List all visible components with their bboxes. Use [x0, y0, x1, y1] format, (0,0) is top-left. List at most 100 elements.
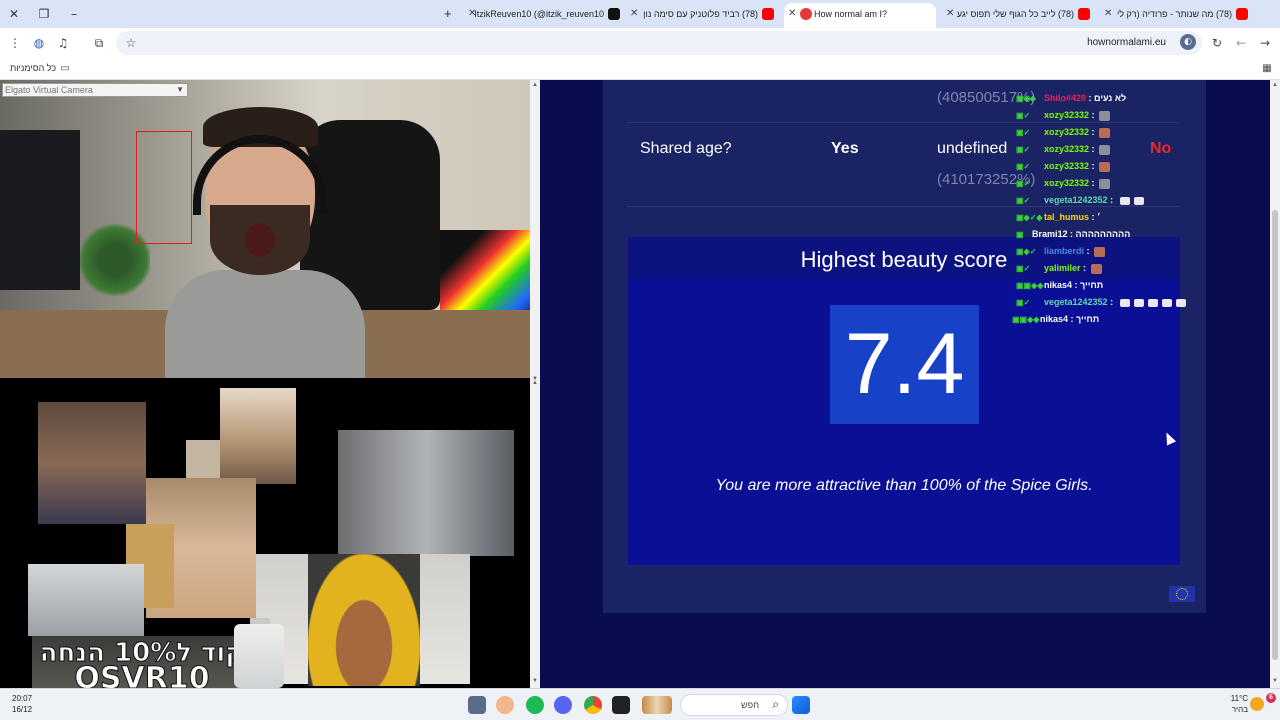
chat-user: xozy32332	[1044, 144, 1090, 154]
clock[interactable]: 20:07 16/12	[12, 693, 32, 715]
close-tab-icon[interactable]: ✕	[468, 3, 476, 25]
chat-user: xozy32332	[1044, 161, 1090, 171]
scroll-down-icon[interactable]: ▼	[1271, 678, 1279, 684]
monitor	[0, 130, 80, 290]
chat-message: ▣✓ xozy32332 :	[1016, 178, 1111, 192]
tab-strip: ✕ ❐ – + ✕ ItzikReuven10 (@itzik_reuven10…	[0, 0, 1280, 28]
tab-how-normal[interactable]: ✕ How normal am I?	[784, 3, 936, 28]
emote-icon	[1161, 298, 1172, 307]
chat-user: vegeta1242352	[1044, 195, 1108, 205]
close-tab-icon[interactable]: ✕	[1104, 3, 1112, 25]
undefined-label: undefined	[937, 140, 1008, 157]
all-bookmarks-label[interactable]: כל הסימניות	[10, 63, 56, 73]
chat-user: xozy32332	[1044, 178, 1090, 188]
chat-message: ▣✓ xozy32332 :	[1016, 127, 1111, 141]
site-info-icon[interactable]: ◐	[1180, 34, 1196, 50]
page-scrollbar[interactable]: ▲ ▼	[1270, 80, 1280, 688]
beauty-score: 7.4	[844, 316, 965, 412]
paint-icon[interactable]	[496, 696, 514, 714]
scroll-up-icon[interactable]: ▲	[531, 82, 539, 88]
chat-message: ▣✓ xozy32332 :	[1016, 144, 1111, 158]
calculator-icon[interactable]	[468, 696, 486, 714]
browser-toolbar: ⋮ ◍ ♫ ⧉ ☆ hownormalami.eu ◐ ↻ ← →	[0, 28, 1280, 58]
clock-date: 16/12	[12, 705, 33, 714]
chat-message: ▣✓ xozy32332 :	[1016, 161, 1111, 175]
puzzle-icon[interactable]: ⧉	[90, 34, 108, 52]
badge-icons: ▣✓	[1016, 145, 1031, 154]
tiktok-icon	[608, 8, 620, 20]
stream-panel: Elgato Virtual Camera ▼ קוד ל10% הנחה OS…	[0, 80, 530, 688]
url-text[interactable]: hownormalami.eu	[1087, 37, 1166, 48]
windows-start-icon[interactable]	[792, 696, 810, 714]
photos-icon[interactable]	[642, 696, 672, 714]
promo-code: OSVR10	[74, 661, 210, 688]
chat-user: nikas4	[1044, 280, 1073, 290]
minimize-window-icon[interactable]: –	[64, 4, 84, 24]
spotify-icon[interactable]	[526, 696, 544, 714]
close-tab-icon[interactable]: ✕	[630, 3, 638, 25]
restore-window-icon[interactable]: ❐	[34, 4, 54, 24]
badge-icons: ▣◆✓	[1016, 247, 1037, 256]
scroll-thumb[interactable]	[1272, 210, 1278, 660]
close-tab-icon[interactable]: ✕	[946, 3, 954, 25]
weather-widget[interactable]: 11°C בהיר	[1226, 693, 1248, 715]
menu-icon[interactable]: ⋮	[6, 34, 24, 52]
forward-icon[interactable]: ←	[1232, 34, 1250, 52]
discord-icon[interactable]	[554, 696, 572, 714]
new-tab-icon[interactable]: +	[444, 3, 458, 25]
badge-icons: ▣✓	[1016, 196, 1031, 205]
taskbar-search[interactable]: חפש ⌕	[680, 694, 788, 716]
chrome-icon[interactable]	[584, 696, 602, 714]
chat-separator: :	[1067, 229, 1076, 239]
tab-live[interactable]: ✕ (78) לייב כל הגוף שלי תפוס יגע	[942, 3, 1094, 25]
emote-icon	[1175, 298, 1186, 307]
terminal-icon[interactable]	[612, 696, 630, 714]
divider-scrollbar[interactable]: ▲ ▼ ▲ ▼	[530, 80, 540, 688]
reload-icon[interactable]: ↻	[1208, 34, 1226, 52]
apps-grid-icon[interactable]: ▦	[1258, 60, 1276, 78]
tab-parody[interactable]: ✕ (78) מה שנותר - פרודיה (רק לי	[1100, 3, 1252, 25]
tab-raviv[interactable]: ✕ (78) רביד פלוטניק עם סימה נון	[626, 3, 778, 25]
photo-woman-sunset	[220, 388, 296, 484]
promo-banner: קוד ל10% הנחה OSVR10	[32, 636, 252, 688]
face-detection-box	[136, 131, 192, 244]
back-icon[interactable]: →	[1256, 34, 1274, 52]
tab-title: ItzikReuven10 (@itzik_reuven10	[474, 9, 604, 19]
chat-user: xozy32332	[1044, 127, 1090, 137]
address-bar[interactable]: ☆ hownormalami.eu ◐	[116, 31, 1202, 55]
notification-badge[interactable]: 6	[1266, 693, 1276, 703]
mouth	[245, 223, 275, 257]
youtube-icon	[1078, 8, 1090, 20]
emote-icon	[1119, 196, 1130, 205]
media-icon[interactable]: ♫	[54, 34, 72, 52]
close-window-icon[interactable]: ✕	[4, 4, 24, 24]
record-icon	[800, 8, 812, 20]
bookmark-star-icon[interactable]: ☆	[122, 34, 140, 52]
score-highlight: 7.4	[830, 305, 979, 424]
weather-condition: בהיר	[1231, 705, 1248, 714]
tab-itzik[interactable]: ✕ ItzikReuven10 (@itzik_reuven10	[464, 3, 624, 25]
chat-user: Shilo#420	[1044, 93, 1087, 103]
chat-separator: :	[1080, 263, 1089, 273]
extension-icon[interactable]: ◍	[30, 34, 48, 52]
close-tab-icon[interactable]: ✕	[788, 3, 796, 25]
streamer	[165, 95, 365, 378]
scroll-up-icon[interactable]: ▲	[531, 380, 539, 386]
chat-separator: :	[1107, 297, 1116, 307]
badge-icons: ▣	[1016, 230, 1024, 239]
chat-user: yalimiler	[1044, 263, 1081, 273]
chat-overlay: ▣◆◆ Shilo#420 : לא נעים ▣✓ xozy32332 : ▣✓ x…	[1012, 88, 1196, 338]
photo-collage: קוד ל10% הנחה OSVR10	[0, 378, 530, 688]
badge-icons: ▣✓	[1016, 264, 1031, 273]
chat-message: ▣✓ vegeta1242352 :	[1016, 297, 1186, 311]
chat-text: ׳	[1097, 212, 1101, 222]
tab-title: (78) רביד פלוטניק עם סימה נון	[643, 9, 758, 19]
chat-text: תחייך	[1080, 280, 1104, 290]
sun-icon	[1250, 697, 1264, 711]
tab-title: How normal am I?	[814, 9, 888, 19]
scroll-down-icon[interactable]: ▼	[531, 678, 539, 684]
camera-select[interactable]: Elgato Virtual Camera ▼	[2, 83, 188, 97]
emote-icon	[1119, 298, 1130, 307]
scroll-up-icon[interactable]: ▲	[1271, 82, 1279, 88]
chat-message: ▣✓ yalimiler :	[1016, 263, 1102, 277]
